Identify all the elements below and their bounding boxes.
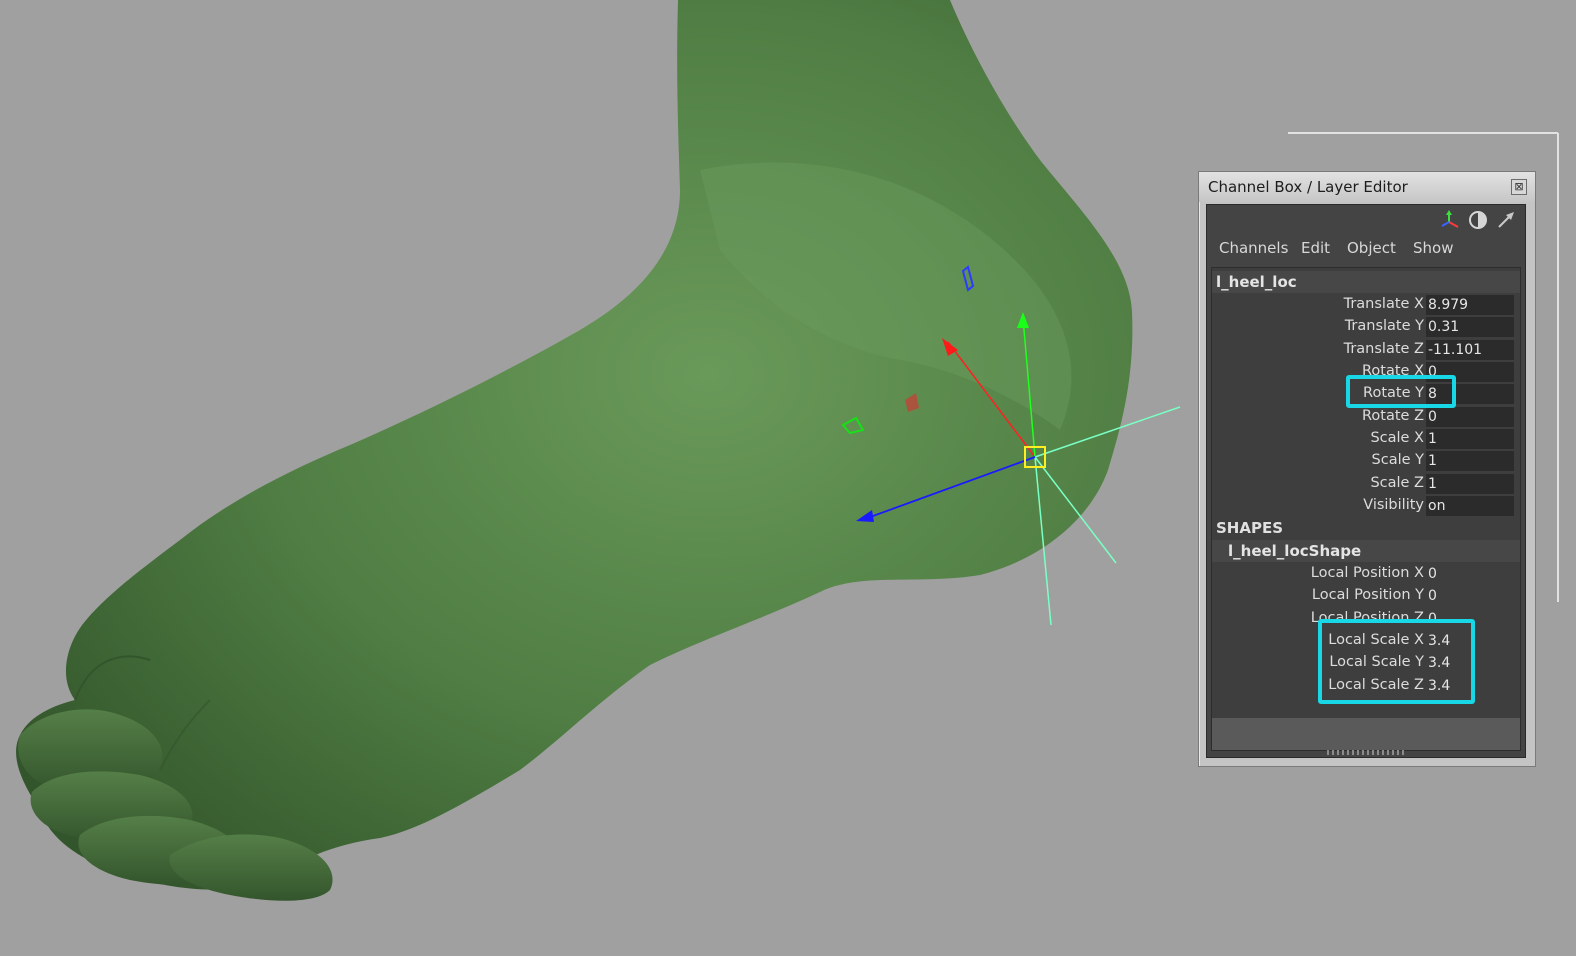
attribute-value[interactable]: 0 (1426, 564, 1514, 584)
attribute-row[interactable]: Translate Y 0.31 (1212, 316, 1520, 338)
window-title: Channel Box / Layer Editor (1208, 178, 1408, 196)
channel-box-footer (1212, 718, 1520, 750)
attribute-row[interactable]: Scale X 1 (1212, 428, 1520, 450)
attribute-label: Translate X (1343, 296, 1424, 312)
window-titlebar[interactable]: Channel Box / Layer Editor ⊠ (1199, 172, 1535, 202)
attribute-value[interactable]: 1 (1426, 429, 1514, 449)
attribute-label: Scale Y (1371, 452, 1424, 468)
attribute-value[interactable]: -11.101 (1426, 340, 1514, 360)
attribute-label: Local Position Y (1311, 587, 1424, 603)
close-button[interactable]: ⊠ (1511, 179, 1527, 195)
attribute-value[interactable]: on (1426, 496, 1514, 516)
attribute-row[interactable]: Visibility on (1212, 495, 1520, 517)
node-header[interactable]: l_heel_loc (1212, 271, 1520, 293)
menu-channels[interactable]: Channels (1219, 239, 1288, 257)
shape-attribute-row[interactable]: Local Position Y 0 (1212, 585, 1520, 607)
attribute-value[interactable]: 1 (1426, 451, 1514, 471)
shape-node-name: l_heel_locShape (1228, 542, 1362, 560)
foot-mesh[interactable] (16, 0, 1133, 901)
attribute-row[interactable]: Rotate Z 0 (1212, 406, 1520, 428)
menu-edit[interactable]: Edit (1301, 239, 1330, 257)
highlight-local-scale (1318, 619, 1475, 704)
arrow-icon[interactable] (1495, 209, 1517, 231)
attribute-label: Rotate Z (1361, 408, 1424, 424)
node-name: l_heel_loc (1216, 273, 1297, 291)
attribute-label: Scale X (1370, 430, 1424, 446)
attribute-value[interactable]: 0 (1426, 407, 1514, 427)
attribute-row[interactable]: Scale Y 1 (1212, 450, 1520, 472)
toolbar (1439, 209, 1517, 231)
axis-icon[interactable] (1439, 209, 1461, 231)
attribute-row[interactable]: Translate X 8.979 (1212, 294, 1520, 316)
attribute-row[interactable]: Scale Z 1 (1212, 473, 1520, 495)
highlight-rotate-y (1346, 375, 1456, 408)
attribute-label: Local Position X (1310, 565, 1424, 581)
half-circle-icon[interactable] (1467, 209, 1489, 231)
attribute-value[interactable]: 8.979 (1426, 295, 1514, 315)
shape-attribute-row[interactable]: Local Position X 0 (1212, 563, 1520, 585)
channel-menu-bar: Channels Edit Object Show (1207, 239, 1525, 261)
resize-grip[interactable] (1327, 750, 1407, 755)
attribute-row[interactable]: Translate Z -11.101 (1212, 339, 1520, 361)
attribute-value[interactable]: 0.31 (1426, 317, 1514, 337)
attribute-value[interactable]: 1 (1426, 474, 1514, 494)
shapes-header: SHAPES (1216, 519, 1284, 537)
menu-show[interactable]: Show (1413, 239, 1453, 257)
attribute-label: Translate Y (1344, 318, 1424, 334)
attribute-label: Visibility (1363, 497, 1424, 513)
attribute-label: Translate Z (1343, 341, 1424, 357)
menu-object[interactable]: Object (1347, 239, 1396, 257)
attribute-value[interactable]: 0 (1426, 586, 1514, 606)
shape-node-header[interactable]: l_heel_locShape (1212, 540, 1520, 562)
attribute-label: Scale Z (1370, 475, 1424, 491)
